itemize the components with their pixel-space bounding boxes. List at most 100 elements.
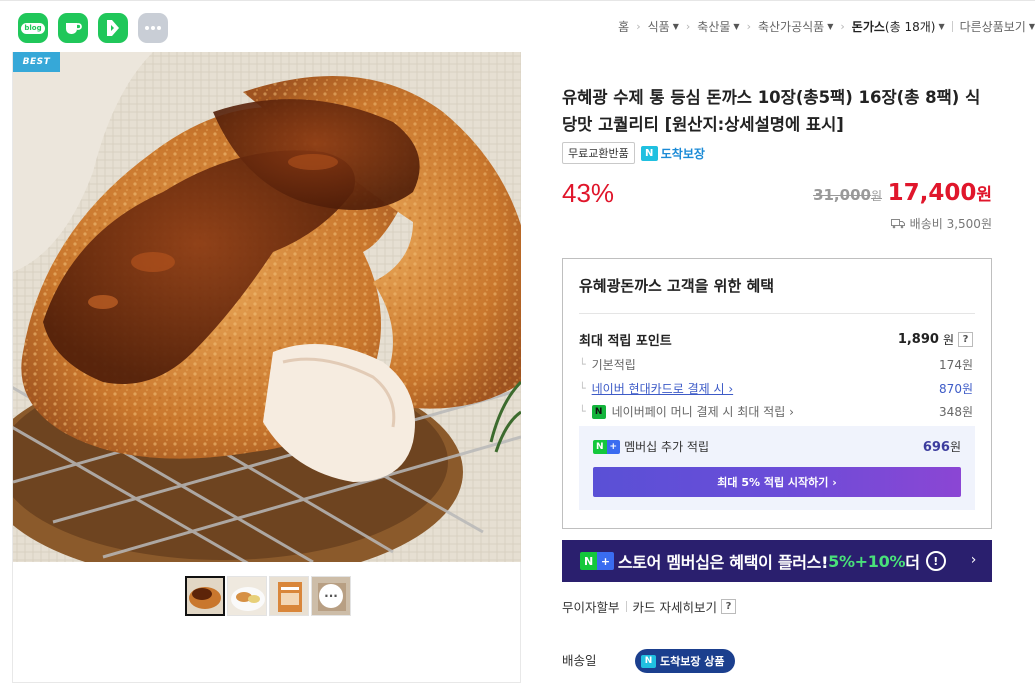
thumbnail-4[interactable]: ··· (311, 576, 351, 616)
breadcrumb-count: (총 18개) (884, 20, 936, 34)
corner-icon: └ (579, 405, 586, 418)
other-products-label: 다른상품보기 (959, 20, 1026, 34)
thumbnail-strip: ··· (185, 576, 351, 616)
shipping-fee: 배송비 3,500원 (890, 215, 992, 232)
card-detail-link[interactable]: 카드 자세히보기 (633, 597, 717, 616)
chevron-right-icon: › (970, 552, 977, 568)
banner-text-2: 더 (905, 553, 920, 572)
max-points-value: 1,890 (897, 332, 939, 347)
original-price-value: 31,000 (813, 186, 871, 204)
help-icon[interactable]: ? (721, 599, 736, 614)
membership-box: N + 멤버십 추가 적립 696원 최대 5% 적립 시작하기 › (579, 426, 975, 510)
delivery-guarantee-label: 도착보장 (660, 146, 705, 161)
breadcrumb-processed[interactable]: 축산가공식품 ▼ (758, 18, 833, 35)
free-return-tag: 무료교환반품 (562, 142, 635, 164)
basic-points-value: 174원 (939, 358, 973, 372)
breadcrumb-food[interactable]: 식품 ▼ (648, 18, 679, 35)
blog-icon: blog (21, 22, 45, 34)
tonkatsu-photo (13, 52, 521, 562)
naver-cafe-icon (66, 23, 82, 34)
sale-price: 17,400원 (888, 180, 992, 206)
chevron-right-icon: › (636, 20, 641, 33)
breadcrumb-current-label: 돈가스 (851, 20, 885, 34)
chevron-right-icon: › (746, 20, 751, 33)
divider (625, 601, 627, 612)
payment-row: 무이자할부 카드 자세히보기 ? (562, 597, 736, 616)
delivery-guarantee-badge-label: 도착보장 상품 (660, 655, 725, 668)
store-membership-banner[interactable]: N + 스토어 멤버십은 혜택이 플러스! 5%+10% 더 ! › (562, 540, 992, 582)
chevron-right-icon: › (840, 20, 845, 33)
max-points-label: 최대 적립 포인트 (579, 334, 672, 349)
npay-icon: N (591, 404, 606, 419)
naver-n-icon: N (640, 145, 658, 161)
caret-down-icon: ▼ (827, 22, 834, 31)
start-membership-button[interactable]: 최대 5% 적립 시작하기 › (593, 467, 961, 497)
blog-share-button[interactable]: blog (18, 13, 48, 43)
npay-points-link[interactable]: 네이버페이 머니 결제 시 최대 적립 › (612, 403, 794, 420)
breadcrumb-food-label: 식품 (647, 20, 670, 34)
basic-points-label-group: └ 기본적립 (579, 356, 636, 373)
corner-icon: └ (579, 358, 586, 371)
breadcrumb: 홈 › 식품 ▼ › 축산물 ▼ › 축산가공식품 ▼ › 돈가스 (총 18개… (618, 18, 1035, 35)
breadcrumb-livestock-label: 축산물 (697, 20, 731, 34)
max-points-value-group: 1,890 원 ? (898, 331, 973, 348)
banner-highlight: 5%+10% (828, 551, 906, 571)
thumbnail-2[interactable] (227, 576, 267, 616)
banner-text-1: 스토어 멤버십은 혜택이 플러스! (617, 553, 829, 572)
divider (951, 21, 953, 32)
thumbnail-3[interactable] (269, 576, 309, 616)
cafe-share-button[interactable] (58, 13, 88, 43)
breadcrumb-livestock[interactable]: 축산물 ▼ (697, 18, 739, 35)
other-products-button[interactable]: 다른상품보기 ▼ (960, 18, 1035, 35)
top-bar: blog 홈 › 식품 ▼ › 축산물 ▼ › 축산가공식품 ▼ › 돈가스 (… (0, 0, 1035, 52)
basic-points-label: 기본적립 (591, 358, 636, 372)
original-price: 31,000원 (813, 186, 882, 204)
product-title: 유혜광 수제 통 등심 돈까스 10장(총5팩) 16장(총 8팩) 식당맛 고… (562, 88, 981, 134)
naver-n-icon: N (641, 654, 656, 668)
more-icon (145, 26, 161, 30)
band-share-button[interactable] (98, 13, 128, 43)
share-icons: blog (18, 13, 168, 43)
card-points-label-group: └ 네이버 현대카드로 결제 시 › (579, 380, 733, 397)
npay-points-row[interactable]: └ N 네이버페이 머니 결제 시 최대 적립 › 348원 (579, 403, 973, 420)
card-points-row[interactable]: └ 네이버 현대카드로 결제 시 › 870원 (579, 380, 973, 397)
more-share-button[interactable] (138, 13, 168, 43)
caret-down-icon: ▼ (733, 22, 740, 31)
benefit-title: 유혜광돈까스 고객을 위한 혜택 (579, 277, 775, 295)
thumbnail-plate-image (228, 577, 266, 615)
breadcrumb-home[interactable]: 홈 (618, 18, 629, 35)
max-points-row: 최대 적립 포인트 1,890 원 ? (579, 330, 973, 349)
caret-down-icon: ▼ (1028, 22, 1035, 31)
divider (579, 313, 975, 314)
original-price-won: 원 (870, 189, 882, 203)
breadcrumb-home-label: 홈 (618, 20, 630, 34)
membership-label: 멤버십 추가 적립 (624, 440, 710, 454)
delivery-guarantee-tag[interactable]: N 도착보장 (640, 145, 705, 162)
breadcrumb-processed-label: 축산가공식품 (757, 20, 825, 34)
thumbnail-1[interactable] (185, 576, 225, 616)
thumbnail-package-image (270, 577, 308, 615)
caret-down-icon: ▼ (938, 22, 945, 31)
naver-plus-icon: N + (580, 552, 614, 570)
help-icon[interactable]: ? (958, 332, 973, 347)
sale-price-value: 17,400 (887, 180, 977, 206)
benefit-box: 유혜광돈까스 고객을 위한 혜택 최대 적립 포인트 1,890 원 ? └ 기본적… (562, 258, 992, 529)
card-points-link[interactable]: 네이버 현대카드로 결제 시 › (592, 380, 734, 397)
product-main-image[interactable]: BEST (13, 52, 521, 562)
corner-icon: └ (579, 382, 586, 395)
membership-won: 원 (949, 440, 961, 454)
membership-value-group: 696원 (923, 438, 961, 455)
membership-value: 696 (922, 440, 950, 455)
sale-price-won: 원 (976, 185, 992, 205)
caret-down-icon: ▼ (672, 22, 679, 31)
interest-free-label: 무이자할부 (562, 600, 620, 615)
thumbnail-tonkatsu-image (187, 578, 223, 614)
exclamation-icon: ! (925, 551, 946, 571)
breadcrumb-current[interactable]: 돈가스 (총 18개) ▼ (852, 18, 945, 35)
basic-points-row: └ 기본적립 174원 (579, 356, 973, 373)
naver-plus-icon: N + (593, 439, 621, 454)
best-badge: BEST (13, 52, 60, 72)
card-points-value: 870원 (939, 382, 973, 396)
delivery-guarantee-badge[interactable]: N 도착보장 상품 (635, 649, 735, 673)
naver-band-icon (107, 20, 119, 36)
